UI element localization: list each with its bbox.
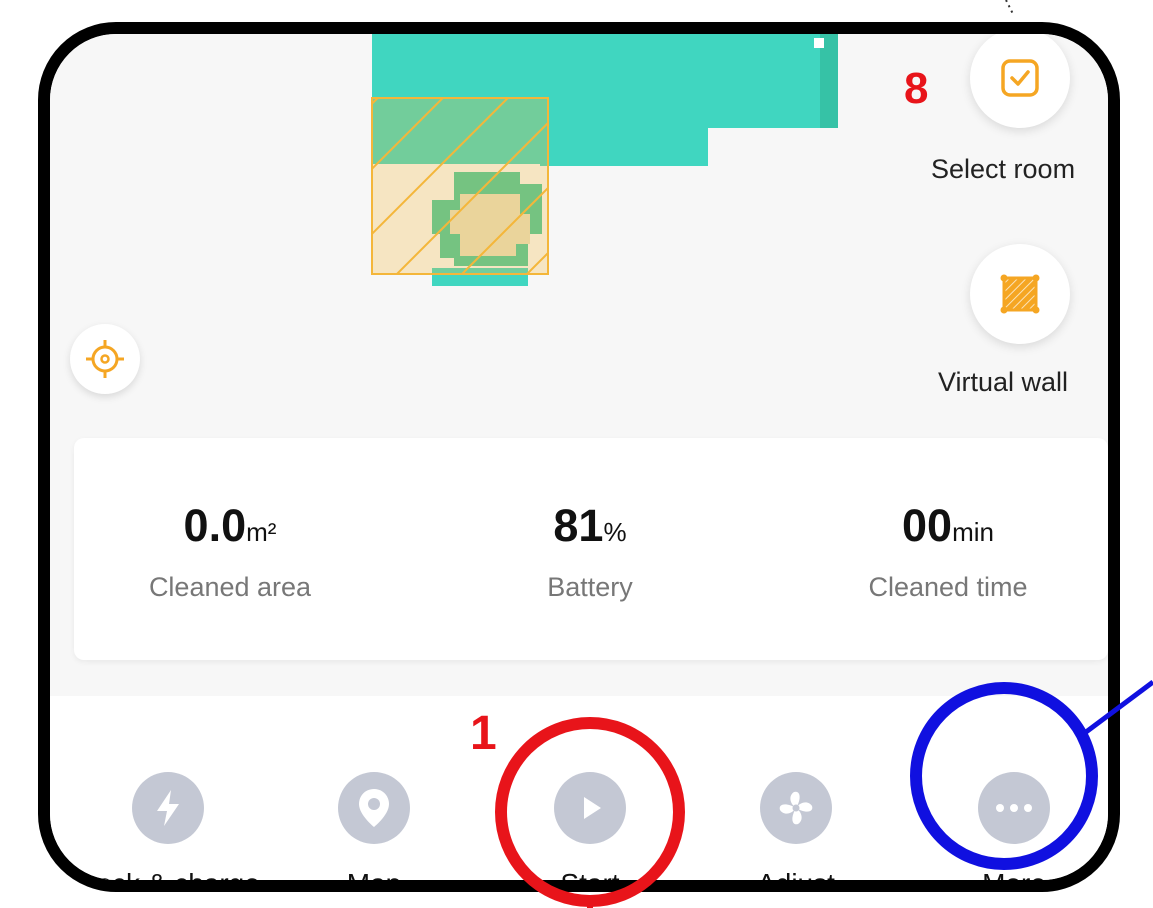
stat-value: 0.0 [183, 500, 247, 551]
stat-value-line: 81% [440, 500, 740, 552]
nav-start[interactable]: Start [480, 772, 700, 892]
stat-value-line: 00min [798, 500, 1098, 552]
map-area[interactable]: 8 Select room Virtual wall 0.0m² Cleaned… [50, 34, 1108, 694]
virtual-wall-label: Virtual wall [938, 367, 1069, 397]
play-icon [554, 772, 626, 844]
nav-label: Dock & charge [76, 868, 260, 892]
phone-frame: 8 Select room Virtual wall 0.0m² Cleaned… [38, 22, 1120, 892]
stat-cleaned-time: 00min Cleaned time [798, 500, 1098, 603]
nav-more[interactable]: More [904, 772, 1108, 892]
select-room-label: Select room [931, 154, 1076, 184]
virtual-wall-button[interactable] [970, 244, 1070, 344]
check-square-icon [1001, 59, 1039, 97]
stat-value: 81 [553, 500, 604, 551]
nav-label: Adjust [757, 868, 835, 892]
virtual-wall-icon [1000, 274, 1040, 314]
stat-value-line: 0.0m² [80, 500, 380, 552]
corner-dotted-mark [1005, 0, 1015, 17]
nav-dock-charge[interactable]: Dock & charge [58, 772, 278, 892]
annotation-marker-1: 1 [470, 707, 497, 760]
crosshair-icon [86, 340, 124, 378]
locate-button[interactable] [70, 324, 140, 394]
stats-card: 0.0m² Cleaned area 81% Battery 00min Cle… [74, 438, 1108, 660]
bottom-nav: 1 Dock & charge Map Start Adjust More [50, 696, 1108, 892]
stat-label: Battery [547, 572, 633, 602]
fan-icon [760, 772, 832, 844]
annotation-marker-8: 8 [904, 64, 929, 113]
nav-map[interactable]: Map [264, 772, 484, 892]
lightning-icon [132, 772, 204, 844]
nav-label: Start [560, 868, 620, 892]
stat-value: 00 [902, 500, 953, 551]
stat-unit: min [952, 517, 994, 547]
map-pin-icon [338, 772, 410, 844]
select-room-button[interactable] [970, 34, 1070, 128]
stat-label: Cleaned time [868, 572, 1028, 602]
nav-label: More [982, 868, 1046, 892]
nav-label: Map [346, 868, 402, 892]
stat-unit: m² [246, 517, 277, 547]
stat-battery: 81% Battery [440, 500, 740, 603]
stat-unit: % [603, 517, 627, 547]
more-dots-icon [978, 772, 1050, 844]
stat-label: Cleaned area [148, 572, 312, 602]
stat-cleaned-area: 0.0m² Cleaned area [80, 500, 380, 603]
nav-adjust[interactable]: Adjust [686, 772, 906, 892]
